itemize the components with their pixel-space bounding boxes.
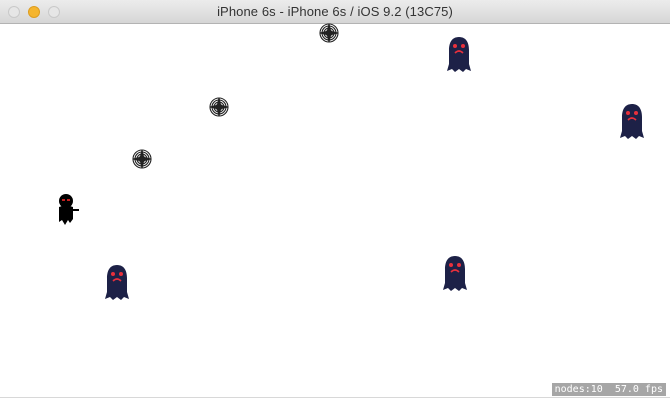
node-fps-stats: nodes:10 57.0 fps (551, 383, 666, 396)
nodes-count-label: nodes:10 (554, 384, 603, 395)
player-ninja-icon (59, 194, 79, 225)
ghost-monster-icon (447, 37, 471, 72)
title-bar[interactable]: iPhone 6s - iPhone 6s / iOS 9.2 (13C75) (0, 0, 670, 24)
window-title: iPhone 6s - iPhone 6s / iOS 9.2 (13C75) (217, 4, 453, 19)
ghost-monster-icon (443, 256, 467, 291)
game-scene[interactable]: nodes:10 57.0 fps (0, 23, 670, 400)
shuriken-icon (209, 97, 229, 117)
window-bottom-edge (0, 397, 670, 398)
shuriken-icon (132, 149, 152, 169)
simulator-window: iPhone 6s - iPhone 6s / iOS 9.2 (13C75) (0, 0, 670, 400)
ghost-monster-icon (105, 265, 129, 300)
fps-label: 57.0 fps (614, 384, 663, 395)
ghost-monster-icon (620, 104, 644, 139)
shuriken-icon (319, 23, 339, 43)
